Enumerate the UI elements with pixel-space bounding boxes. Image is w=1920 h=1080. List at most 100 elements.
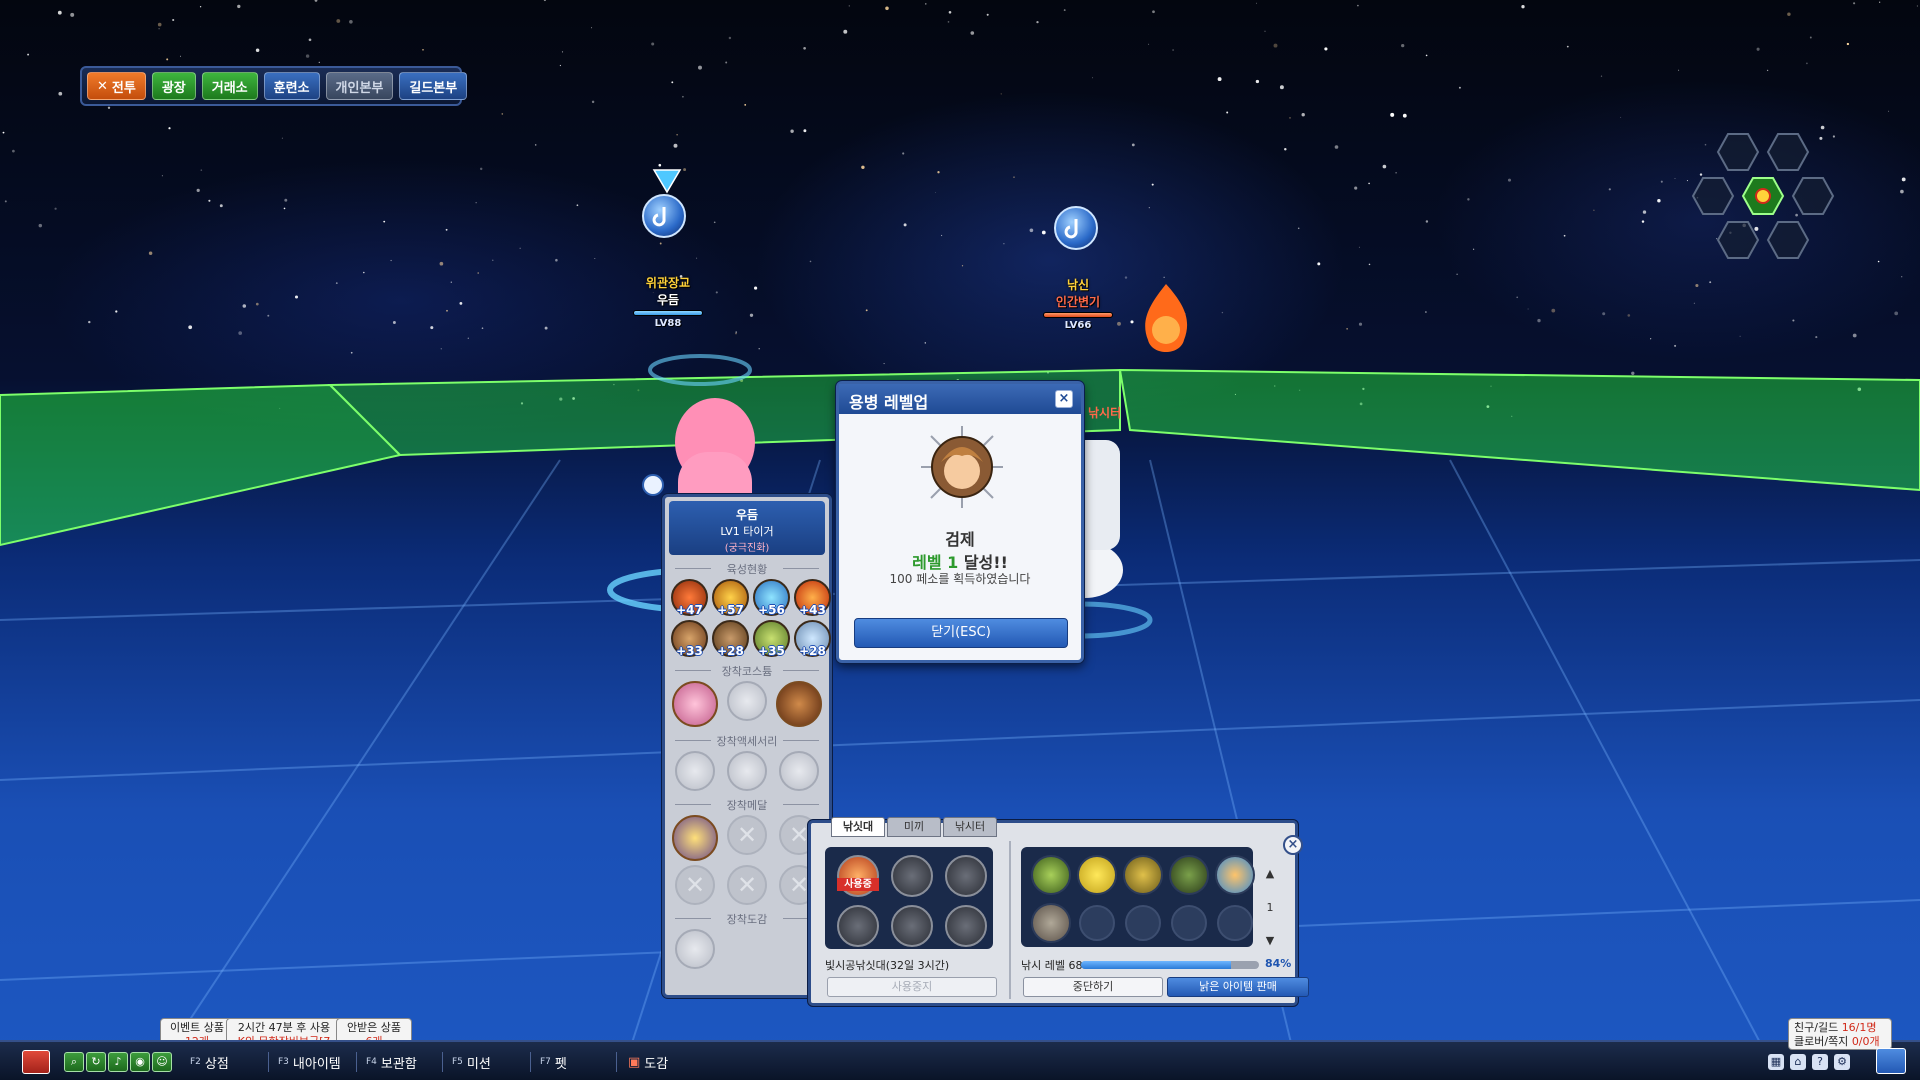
- friends-icon[interactable]: [1876, 1048, 1906, 1074]
- chevron-up-icon[interactable]: ▲: [1266, 867, 1274, 880]
- mission-button[interactable]: F5 미션: [452, 1050, 491, 1074]
- guild-hq-button[interactable]: 길드본부: [399, 72, 468, 100]
- storage-button[interactable]: F4 보관함: [366, 1050, 417, 1074]
- panel-divider: [1009, 841, 1011, 999]
- home-icon[interactable]: ⌂: [1790, 1054, 1806, 1070]
- eye-icon[interactable]: ◉: [130, 1052, 150, 1072]
- catch-item[interactable]: [1031, 903, 1071, 943]
- locked-slot-icon: ✕: [675, 865, 715, 905]
- growth-gem[interactable]: +47: [671, 579, 708, 617]
- fire-spirit-pet: [1145, 284, 1188, 352]
- character-info-panel: 우듬 LV1 타이거 (궁극진화) 육성현황 +47 +57 +56 +43 +…: [662, 494, 832, 998]
- catch-slot-empty[interactable]: [1217, 905, 1253, 941]
- catch-slot-empty[interactable]: [1171, 905, 1207, 941]
- rod-name: 빛시공낚싯대(32일 3시간): [825, 959, 950, 972]
- triangle-marker-icon: [652, 169, 682, 194]
- bot-icon[interactable]: ☺: [152, 1052, 172, 1072]
- catch-slot-empty[interactable]: [1125, 905, 1161, 941]
- stop-fishing-button[interactable]: 중단하기: [1023, 977, 1163, 997]
- growth-gem[interactable]: +43: [794, 579, 831, 617]
- collection-grid: [665, 929, 829, 969]
- calendar-icon[interactable]: ▦: [1768, 1054, 1784, 1070]
- medal-slot[interactable]: [672, 815, 718, 861]
- personal-hq-button[interactable]: 개인본부: [325, 72, 394, 100]
- growth-gem[interactable]: +28: [712, 620, 749, 658]
- page-scroller: ▲ 1 ▼: [1261, 867, 1279, 947]
- accessory-grid: [665, 751, 829, 791]
- catch-item[interactable]: [1123, 855, 1163, 895]
- gear-icon[interactable]: ⚙: [1834, 1054, 1850, 1070]
- growth-gem[interactable]: +56: [753, 579, 790, 617]
- catch-item[interactable]: [1031, 855, 1071, 895]
- fishing-panel: 낚싯대 미끼 낚시터 사용중 빛시공낚싯대(32일 3시간) 사용중지 ▲ 1 …: [808, 817, 1309, 1006]
- dialog-title: 용병 레벨업: [839, 384, 1081, 414]
- sell-old-items-button[interactable]: 낡은 아이템 판매: [1167, 977, 1309, 997]
- fishing-tabs: 낚싯대 미끼 낚시터: [831, 817, 997, 837]
- fishing-close-button[interactable]: ×: [1283, 835, 1303, 855]
- battle-button[interactable]: ✕ 전투: [87, 72, 146, 100]
- character-header: 우듬 LV1 타이거 (궁극진화): [669, 501, 825, 555]
- catch-item[interactable]: [1077, 855, 1117, 895]
- growth-gem[interactable]: +33: [671, 620, 708, 658]
- dialog-close-x-button[interactable]: ×: [1055, 390, 1073, 408]
- fishing-hook-marker-icon: [642, 194, 686, 238]
- plaza-button[interactable]: 광장: [151, 72, 196, 100]
- magnifier-icon[interactable]: [642, 474, 664, 496]
- hex-minimap[interactable]: [1676, 126, 1836, 276]
- search-icon[interactable]: ⌕: [64, 1052, 84, 1072]
- costume-section-label: 장착코스튬: [671, 663, 823, 679]
- mic-icon[interactable]: ♪: [108, 1052, 128, 1072]
- exit-icon[interactable]: [22, 1050, 50, 1074]
- rod-slot[interactable]: 사용중: [837, 855, 879, 897]
- exchange-button[interactable]: 거래소: [201, 72, 258, 100]
- book-icon: ▣: [628, 1054, 641, 1070]
- left-player-hp-bar: [633, 310, 703, 316]
- accessory-slot-empty[interactable]: [675, 751, 715, 791]
- rod-slot[interactable]: [945, 855, 987, 897]
- catch-slot-empty[interactable]: [1079, 905, 1115, 941]
- friends-status-box[interactable]: 친구/길드 16/1명 클로버/쪽지 0/0개: [1788, 1018, 1892, 1050]
- accessory-slot-empty[interactable]: [727, 751, 767, 791]
- rod-slot[interactable]: [891, 905, 933, 947]
- chevron-down-icon[interactable]: ▼: [1266, 934, 1274, 947]
- rod-slot[interactable]: [837, 905, 879, 947]
- rod-slot[interactable]: [945, 905, 987, 947]
- fishing-level-bar: [1081, 961, 1259, 969]
- tab-spot[interactable]: 낚시터: [943, 817, 997, 837]
- pet-button[interactable]: F7 펫: [540, 1050, 567, 1074]
- help-icon[interactable]: ?: [1812, 1054, 1828, 1070]
- collection-button[interactable]: ▣ 도감: [628, 1050, 668, 1074]
- collection-slot-empty[interactable]: [675, 929, 715, 969]
- catch-item[interactable]: [1169, 855, 1209, 895]
- training-button[interactable]: 훈련소: [263, 72, 320, 100]
- separator: [442, 1052, 443, 1072]
- catch-item[interactable]: [1215, 855, 1255, 895]
- shop-button[interactable]: F2 상점: [190, 1050, 229, 1074]
- growth-grid: +47 +57 +56 +43 +33 +28 +35 +28: [665, 579, 831, 658]
- left-player-nameplate: 위관장교 우듬 LV88: [620, 274, 716, 329]
- close-esc-button[interactable]: 닫기(ESC): [854, 618, 1068, 648]
- growth-section-label: 육성현황: [671, 561, 823, 577]
- growth-gem[interactable]: +35: [753, 620, 790, 658]
- medal-section-label: 장착메달: [671, 797, 823, 813]
- right-player-status: 낚시터: [1088, 406, 1122, 420]
- rod-slot[interactable]: [891, 855, 933, 897]
- tab-bait[interactable]: 미끼: [887, 817, 941, 837]
- costume-slot[interactable]: [776, 681, 822, 727]
- accessory-slot-empty[interactable]: [779, 751, 819, 791]
- accessory-section-label: 장착액세서리: [671, 733, 823, 749]
- costume-slot[interactable]: [672, 681, 718, 727]
- growth-gem[interactable]: +28: [794, 620, 831, 658]
- fishing-level-fill: [1081, 961, 1231, 969]
- tab-rod[interactable]: 낚싯대: [831, 817, 885, 837]
- growth-gem[interactable]: +57: [712, 579, 749, 617]
- collection-section-label: 장착도감: [671, 911, 823, 927]
- costume-slot-empty[interactable]: [727, 681, 767, 721]
- medal-grid: ✕ ✕ ✕ ✕ ✕: [665, 815, 829, 905]
- stop-using-button[interactable]: 사용중지: [827, 977, 997, 997]
- player-position-icon: [1755, 188, 1771, 204]
- separator: [268, 1052, 269, 1072]
- catch-grid: [1021, 847, 1255, 947]
- my-items-button[interactable]: F3 내아이템: [278, 1050, 341, 1074]
- refresh-icon[interactable]: ↻: [86, 1052, 106, 1072]
